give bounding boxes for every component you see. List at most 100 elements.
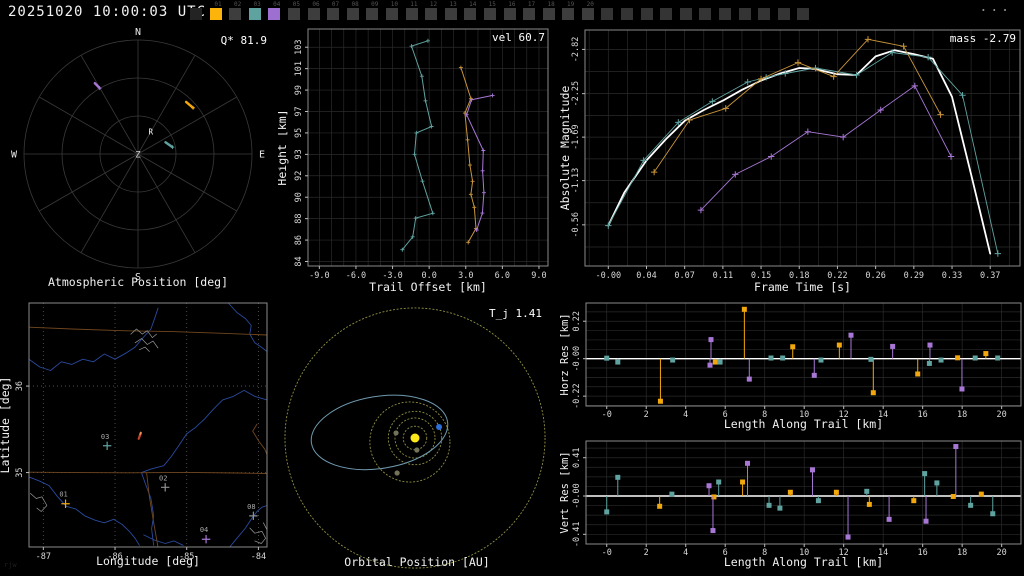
y-axis-label: Horz Res [km] [559, 313, 571, 395]
station-indicator-14[interactable]: 14 [464, 1, 477, 20]
residuals-panel: -0 2 4 6 8 10 12 14 16 18 200.22-0.00-0.22Length A… [559, 302, 1022, 569]
station-indicator[interactable] [190, 1, 202, 20]
svg-text:93: 93 [294, 149, 304, 159]
station-indicator-12[interactable]: 12 [425, 1, 438, 20]
light-curve-panel: -0.00 0.04 0.07 0.11 0.15 0.18 0.22 0.26 0.29 0.3… [558, 29, 1021, 294]
grid [585, 30, 1020, 266]
station-indicator-09[interactable]: 09 [366, 1, 379, 20]
station-indicator-06[interactable]: 06 [307, 1, 320, 20]
station-indicator-18[interactable]: 18 [542, 1, 555, 20]
svg-text:18: 18 [957, 548, 967, 558]
station-id-label: 12 [429, 1, 438, 8]
station-indicator-01[interactable]: 01 [209, 1, 222, 20]
station-color-swatch [385, 8, 398, 20]
svg-text:04: 04 [200, 526, 208, 534]
svg-text:Longitude [deg]: Longitude [deg] [96, 554, 200, 568]
station-color-swatch [307, 8, 320, 20]
meteor-orbit [310, 394, 449, 471]
station-indicator[interactable] [679, 1, 692, 20]
overflow-menu-icon[interactable]: ... [980, 0, 1012, 15]
station-indicator[interactable] [738, 1, 751, 20]
svg-text:-9.0: -9.0 [309, 271, 329, 281]
station-indicator-07[interactable]: 07 [327, 1, 340, 20]
svg-text:-6.0: -6.0 [346, 271, 366, 281]
station-color-swatch [248, 8, 261, 20]
svg-text:T_j 1.41: T_j 1.41 [489, 307, 542, 320]
svg-text:Atmospheric Position [deg]: Atmospheric Position [deg] [48, 275, 228, 289]
station-color-swatch [719, 8, 732, 20]
station-indicator[interactable] [621, 1, 634, 20]
station-indicator-15[interactable]: 15 [483, 1, 496, 20]
station-indicator-04[interactable]: 04 [268, 1, 281, 20]
svg-text:35: 35 [15, 467, 25, 477]
station-id-label: 07 [331, 1, 340, 8]
station-color-swatch [444, 8, 457, 20]
svg-text:95: 95 [294, 128, 304, 138]
station-strip: 01 02 03 04 05 06 07 08 09 10 11 12 13 14 15 16 17 18 19 20 [190, 1, 810, 20]
station-indicator-08[interactable]: 08 [346, 1, 359, 20]
station-id-label: 05 [292, 1, 300, 8]
station-color-swatch [464, 8, 477, 20]
map-grid [29, 303, 267, 547]
svg-text:mass -2.79: mass -2.79 [950, 32, 1016, 45]
svg-text:90: 90 [294, 192, 304, 202]
x-axis-ticks: -0.00 0.04 0.07 0.11 0.15 0.18 0.22 0.26 0.29 0.3… [595, 266, 1000, 281]
station-color-swatch [797, 8, 810, 20]
grid [586, 303, 1021, 406]
svg-text:01: 01 [59, 491, 67, 499]
station-indicator[interactable] [640, 1, 653, 20]
orbital-position-panel: T_j 1.41 Orbital Position [AU] [284, 307, 546, 569]
station-indicator-03[interactable]: 03 [248, 1, 261, 20]
svg-text:-0.56: -0.56 [571, 212, 581, 238]
station-color-swatch [699, 8, 712, 20]
series-station-04 [697, 82, 955, 214]
station-indicator-13[interactable]: 13 [444, 1, 457, 20]
panel-caption: Atmospheric Position [deg] [48, 275, 228, 289]
station-indicator[interactable] [777, 1, 790, 20]
station-indicator[interactable] [601, 1, 614, 20]
station-indicator[interactable] [758, 1, 771, 20]
station-id-label: 08 [351, 1, 359, 8]
station-indicator-11[interactable]: 11 [405, 1, 418, 20]
svg-text:0.37: 0.37 [980, 271, 1000, 281]
svg-text:02: 02 [159, 474, 167, 482]
station-indicator-02[interactable]: 02 [229, 1, 242, 20]
svg-text:0.33: 0.33 [942, 271, 962, 281]
series-station-01 [458, 65, 479, 245]
station-color-swatch [523, 8, 536, 20]
svg-text:20: 20 [997, 410, 1007, 420]
station-indicator[interactable] [699, 1, 712, 20]
svg-text:16: 16 [918, 548, 928, 558]
station-indicator-19[interactable]: 19 [562, 1, 575, 20]
station-id-label: 19 [567, 1, 575, 8]
meteor-tracks [93, 82, 196, 150]
city-outlines [30, 328, 268, 544]
svg-text:Trail Offset [km]: Trail Offset [km] [369, 280, 487, 294]
station-indicator[interactable] [719, 1, 732, 20]
y-axis-ticks: 0.41 -0.00 -0.41 [572, 447, 586, 547]
station-color-swatch [209, 8, 222, 20]
ground-map-panel: 0102030408-87 -86 -85 -843536Longitude [deg… [0, 302, 268, 568]
svg-text:0.26: 0.26 [865, 271, 885, 281]
station-indicator[interactable] [660, 1, 673, 20]
svg-text:6.0: 6.0 [495, 271, 510, 281]
svg-text:Height [km]: Height [km] [278, 109, 289, 185]
svg-text:N: N [135, 27, 141, 38]
station-indicator-05[interactable]: 05 [287, 1, 300, 20]
station-indicator-17[interactable]: 17 [523, 1, 536, 20]
svg-text:2: 2 [644, 548, 649, 558]
svg-text:Z: Z [135, 151, 141, 161]
station-indicator[interactable] [797, 1, 810, 20]
station-indicator-20[interactable]: 20 [581, 1, 594, 20]
station-indicator-16[interactable]: 16 [503, 1, 516, 20]
panel-title: vel 60.7 [492, 31, 545, 44]
x-axis-label: Length Along Trail [km] [724, 555, 883, 569]
svg-text:Vert Res [km]: Vert Res [km] [559, 451, 571, 533]
clock-timestamp: 20251020 10:00:03 UTC [8, 4, 207, 20]
y-axis-ticks: 35 36 [15, 381, 29, 478]
radiant-label: R [149, 127, 154, 136]
svg-text:20: 20 [997, 548, 1007, 558]
map-stations: 01 02 03 04 08 [59, 433, 258, 544]
svg-text:16: 16 [918, 410, 928, 420]
station-indicator-10[interactable]: 10 [385, 1, 398, 20]
